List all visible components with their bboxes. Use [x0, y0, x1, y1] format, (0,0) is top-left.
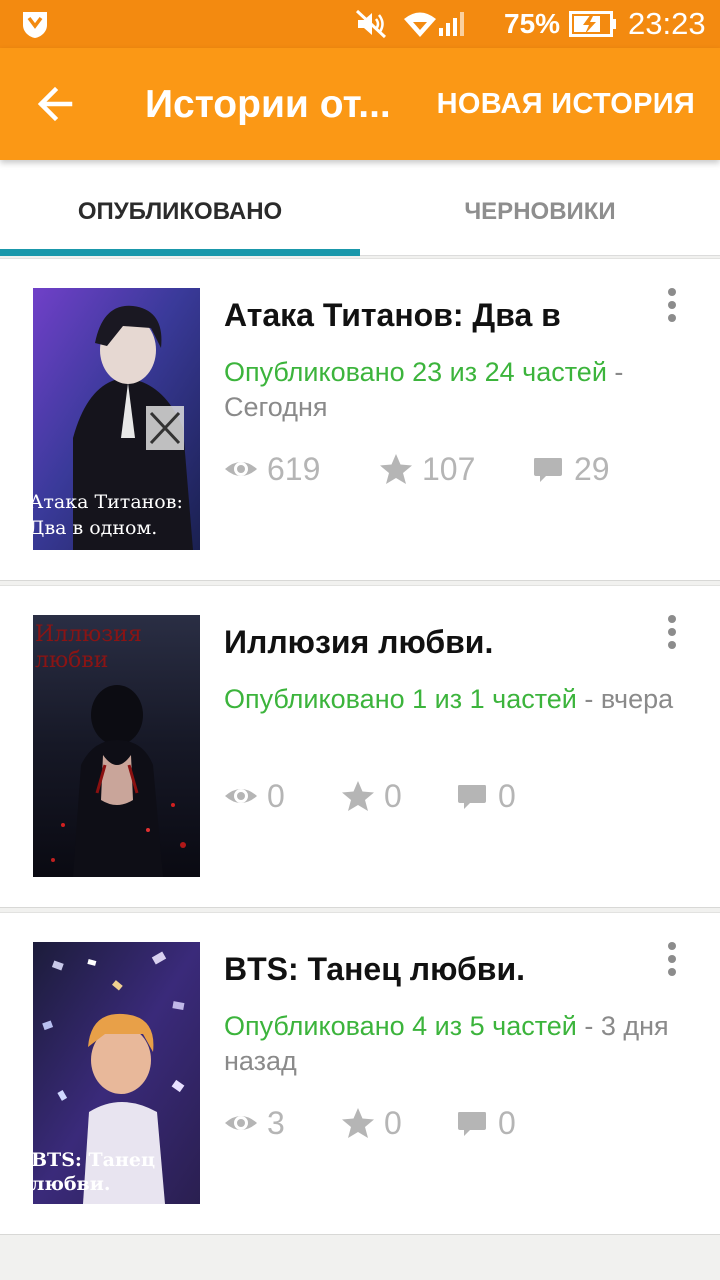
story-title: BTS: Танец любви.: [224, 951, 526, 987]
tab-published[interactable]: ОПУБЛИКОВАНО: [0, 160, 360, 256]
star-icon: [342, 781, 374, 811]
publish-date: вчера: [600, 684, 674, 714]
story-card[interactable]: Атака Титанов: Два в одном. Атака Титано…: [0, 258, 720, 581]
votes-stat: 0: [341, 1103, 402, 1143]
comments-stat: 0: [455, 1103, 516, 1143]
star-icon: [380, 454, 412, 484]
back-arrow-icon[interactable]: [28, 76, 84, 132]
status-bar: 75% 23:23: [0, 0, 720, 48]
cover-text-line2: любви.: [33, 1173, 110, 1195]
overflow-menu-icon[interactable]: [656, 612, 688, 652]
signal-icon: [439, 12, 464, 36]
publish-status: Опубликовано 4 из 5 частей - 3 дня назад: [224, 1009, 694, 1079]
overflow-menu-icon[interactable]: [656, 939, 688, 979]
status-separator: -: [576, 1011, 601, 1041]
app-bar: Истории от... НОВАЯ ИСТОРИЯ: [0, 48, 720, 160]
published-parts: Опубликовано 1 из 1 частей: [224, 684, 577, 714]
votes-count: 0: [384, 1104, 402, 1141]
story-card[interactable]: Иллюзия любви Иллюзия любви. Опубликован…: [0, 585, 720, 908]
star-icon: [342, 1108, 374, 1138]
cover-text-line1: Атака Титанов:: [33, 491, 183, 513]
story-cover: BTS: Танец любви.: [33, 942, 200, 1204]
clock: 23:23: [628, 6, 706, 41]
story-cover: Иллюзия любви: [33, 615, 200, 877]
new-story-button[interactable]: НОВАЯ ИСТОРИЯ: [437, 86, 695, 122]
comments-count: 0: [498, 1104, 516, 1141]
views-count: 0: [267, 777, 285, 814]
story-list: Атака Титанов: Два в одном. Атака Титано…: [0, 258, 720, 1239]
cover-text-line2: Два в одном.: [33, 517, 157, 539]
votes-stat: 0: [341, 776, 402, 816]
cover-text-line1: BTS: Танец: [33, 1149, 155, 1171]
story-card[interactable]: BTS: Танец любви. BTS: Танец любви. Опуб…: [0, 912, 720, 1235]
votes-stat: 107: [379, 449, 475, 489]
eye-icon: [225, 789, 257, 803]
app-notification-icon: [23, 12, 47, 38]
tab-bar: ОПУБЛИКОВАНО ЧЕРНОВИКИ: [0, 160, 720, 256]
published-parts: Опубликовано 23 из 24 частей: [224, 357, 607, 387]
comment-icon: [458, 785, 486, 809]
cover-text-line2: любви: [35, 648, 108, 673]
comments-count: 29: [574, 450, 610, 487]
overflow-menu-icon[interactable]: [656, 285, 688, 325]
eye-icon: [225, 462, 257, 476]
story-stats: 0 0 0: [224, 776, 684, 816]
story-cover: Атака Титанов: Два в одном.: [33, 288, 200, 550]
page-title: Истории от...: [145, 83, 391, 126]
story-stats: 3 0 0: [224, 1103, 684, 1143]
story-title: Атака Титанов: Два в: [224, 297, 561, 333]
battery-percent: 75%: [504, 8, 561, 39]
votes-count: 0: [384, 777, 402, 814]
views-stat: 0: [224, 776, 285, 816]
comment-icon: [534, 458, 562, 482]
publish-date: Сегодня: [224, 392, 328, 422]
story-title: Иллюзия любви.: [224, 624, 494, 660]
comments-count: 0: [498, 777, 516, 814]
published-parts: Опубликовано 4 из 5 частей: [224, 1011, 577, 1041]
mute-icon: [355, 9, 387, 39]
comments-stat: 0: [455, 776, 516, 816]
story-stats: 619 107 29: [224, 449, 684, 489]
tab-drafts[interactable]: ЧЕРНОВИКИ: [360, 160, 720, 256]
views-count: 3: [267, 1104, 285, 1141]
votes-count: 107: [422, 450, 476, 487]
wifi-icon: [404, 12, 436, 37]
cover-text-line1: Иллюзия: [35, 622, 142, 647]
status-separator: -: [606, 357, 624, 387]
publish-status: Опубликовано 1 из 1 частей - вчера: [224, 682, 694, 717]
publish-status: Опубликовано 23 из 24 частей - Сегодня: [224, 355, 694, 425]
status-separator: -: [576, 684, 601, 714]
eye-icon: [225, 1116, 257, 1130]
views-stat: 3: [224, 1103, 285, 1143]
comments-stat: 29: [531, 449, 610, 489]
battery-charging-icon: [569, 11, 616, 37]
active-tab-indicator: [0, 249, 360, 256]
views-count: 619: [267, 450, 321, 487]
views-stat: 619: [224, 449, 320, 489]
comment-icon: [458, 1112, 486, 1136]
